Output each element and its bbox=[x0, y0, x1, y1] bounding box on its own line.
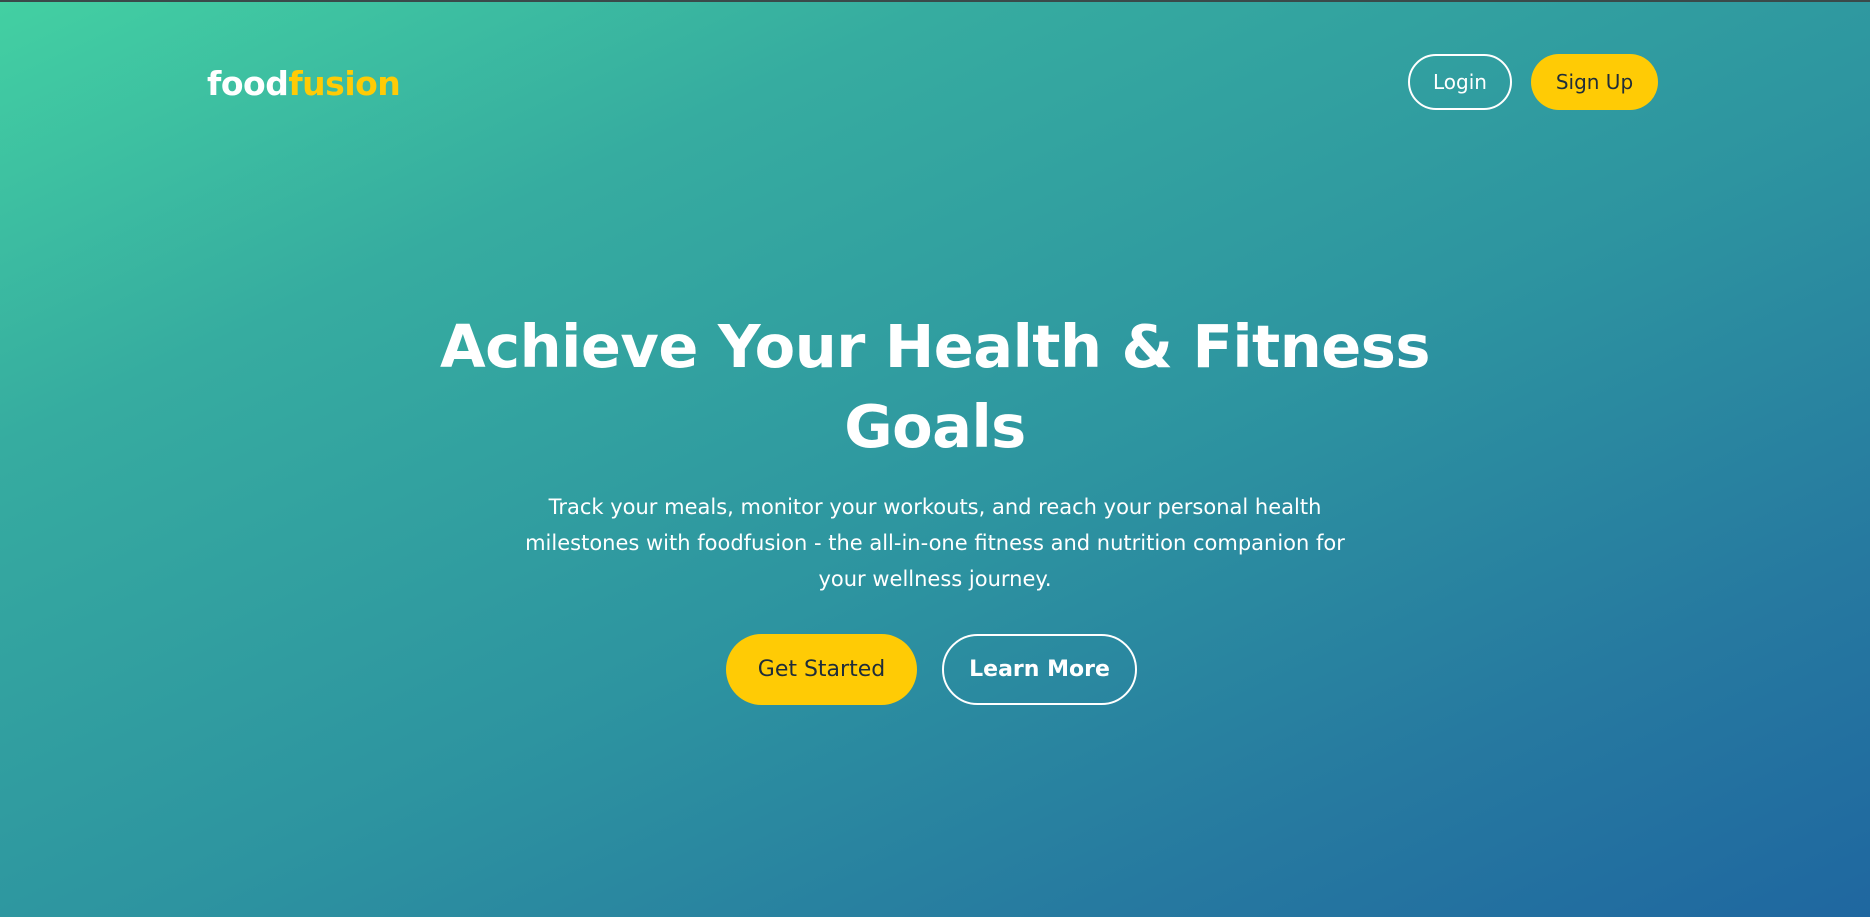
login-button[interactable]: Login bbox=[1408, 54, 1512, 110]
brand-logo[interactable]: foodfusion bbox=[207, 64, 401, 104]
get-started-button[interactable]: Get Started bbox=[726, 634, 917, 705]
logo-text-food: food bbox=[207, 64, 289, 103]
signup-button[interactable]: Sign Up bbox=[1531, 54, 1658, 110]
learn-more-button[interactable]: Learn More bbox=[942, 634, 1137, 705]
hero-description: Track your meals, monitor your workouts,… bbox=[525, 495, 1345, 591]
logo-text-fusion: fusion bbox=[288, 64, 401, 103]
hero-title: Achieve Your Health & Fitness Goals bbox=[439, 312, 1431, 461]
